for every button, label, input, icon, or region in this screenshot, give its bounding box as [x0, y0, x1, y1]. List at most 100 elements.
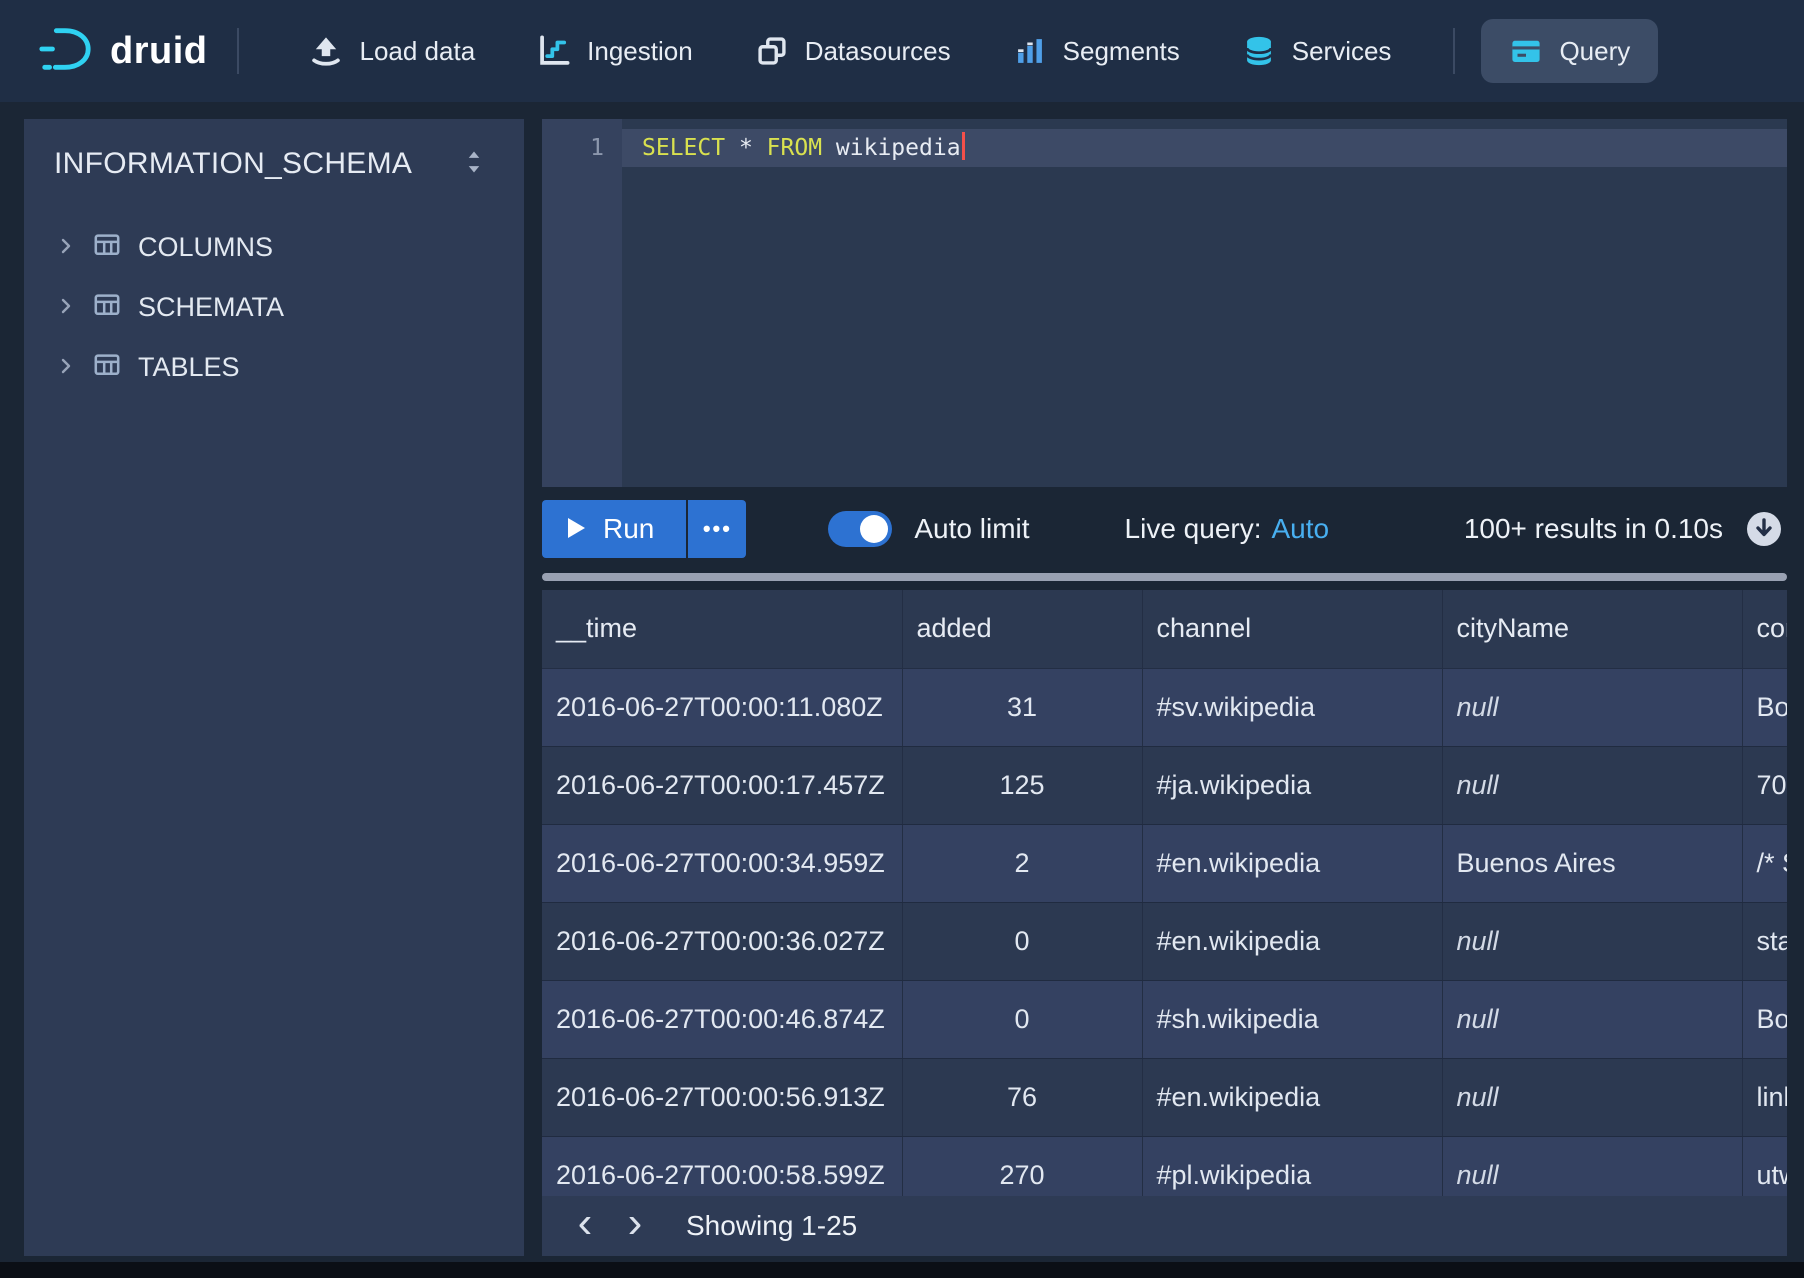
results-table-panel: __timeaddedchannelcityNamecom 2016-06-27…	[542, 590, 1787, 1256]
column-header-cityName[interactable]: cityName	[1442, 590, 1742, 668]
live-query-value-link[interactable]: Auto	[1272, 513, 1330, 545]
table-cell[interactable]: 0	[902, 980, 1142, 1058]
chevron-right-icon	[56, 232, 76, 263]
nav-item-label: Services	[1292, 36, 1392, 67]
table-cell[interactable]: #sv.wikipedia	[1142, 668, 1442, 746]
table-cell[interactable]: #ja.wikipedia	[1142, 746, 1442, 824]
table-cell[interactable]: #en.wikipedia	[1142, 902, 1442, 980]
run-button[interactable]: Run	[542, 500, 686, 558]
live-query-label: Live query:	[1125, 513, 1262, 545]
nav-item-label: Load data	[359, 36, 475, 67]
table-row: 2016-06-27T00:00:46.874Z0#sh.wikipedianu…	[542, 980, 1787, 1058]
table-cell[interactable]: #en.wikipedia	[1142, 824, 1442, 902]
chevron-right-icon	[56, 352, 76, 383]
tree-item-tables[interactable]: TABLES	[24, 337, 524, 397]
auto-limit-toggle[interactable]	[828, 511, 892, 547]
table-cell[interactable]: /* S	[1742, 824, 1787, 902]
table-cell[interactable]: 2016-06-27T00:00:34.959Z	[542, 824, 902, 902]
table-cell[interactable]: 2016-06-27T00:00:56.913Z	[542, 1058, 902, 1136]
run-more-options-button[interactable]: •••	[688, 500, 746, 558]
nav-items: Load data Ingestion Datasources	[309, 34, 1453, 68]
tree-item-schemata[interactable]: SCHEMATA	[24, 277, 524, 337]
table-row: 2016-06-27T00:00:17.457Z125#ja.wikipedia…	[542, 746, 1787, 824]
sql-keyword: FROM	[767, 135, 822, 161]
tree-item-label: SCHEMATA	[138, 292, 284, 323]
nav-item-ingestion[interactable]: Ingestion	[537, 34, 693, 68]
nav-item-datasources[interactable]: Datasources	[755, 34, 951, 68]
table-cell[interactable]: 31	[902, 668, 1142, 746]
table-cell[interactable]: Bo	[1742, 668, 1787, 746]
table-cell[interactable]: 2	[902, 824, 1142, 902]
run-button-label: Run	[603, 513, 654, 545]
table-cell[interactable]: sta	[1742, 902, 1787, 980]
table-cell[interactable]: null	[1442, 1058, 1742, 1136]
tree-item-label: TABLES	[138, 352, 240, 383]
segments-bars-icon	[1013, 34, 1047, 68]
nav-item-label: Ingestion	[587, 36, 693, 67]
auto-limit-label[interactable]: Auto limit	[914, 513, 1029, 545]
nav-item-label: Query	[1559, 36, 1630, 67]
sql-star: *	[739, 135, 753, 161]
table-grid-icon	[92, 290, 122, 325]
druid-home-link[interactable]: druid	[36, 21, 207, 82]
table-cell[interactable]: 2016-06-27T00:00:17.457Z	[542, 746, 902, 824]
table-cell[interactable]: null	[1442, 902, 1742, 980]
nav-item-load-data[interactable]: Load data	[309, 34, 475, 68]
editor-code-area: SELECT * FROM wikipedia	[622, 119, 1787, 487]
column-header-added[interactable]: added	[902, 590, 1142, 668]
horizontal-scrollbar[interactable]	[542, 573, 1787, 581]
table-row: 2016-06-27T00:00:36.027Z0#en.wikipedianu…	[542, 902, 1787, 980]
table-cell[interactable]: link	[1742, 1058, 1787, 1136]
nav-item-label: Segments	[1063, 36, 1180, 67]
next-page-button[interactable]: ›	[610, 1201, 660, 1251]
table-cell[interactable]: #sh.wikipedia	[1142, 980, 1442, 1058]
tree-item-label: COLUMNS	[138, 232, 273, 263]
tree-item-columns[interactable]: COLUMNS	[24, 217, 524, 277]
table-grid-icon	[92, 350, 122, 385]
table-cell[interactable]: 76	[902, 1058, 1142, 1136]
column-header-com[interactable]: com	[1742, 590, 1787, 668]
results-table: __timeaddedchannelcityNamecom 2016-06-27…	[542, 590, 1787, 1215]
schema-header: INFORMATION_SCHEMA	[24, 119, 524, 199]
nav-item-segments[interactable]: Segments	[1013, 34, 1180, 68]
results-info: 100+ results in 0.10s	[1464, 510, 1787, 548]
download-results-icon[interactable]	[1745, 510, 1783, 548]
table-cell[interactable]: 125	[902, 746, 1142, 824]
nav-item-services[interactable]: Services	[1242, 34, 1392, 68]
datasources-stack-icon	[755, 34, 789, 68]
column-header-__time[interactable]: __time	[542, 590, 902, 668]
upload-icon	[309, 34, 343, 68]
table-cell[interactable]: 0	[902, 902, 1142, 980]
table-cell[interactable]: Bo	[1742, 980, 1787, 1058]
table-header-row: __timeaddedchannelcityNamecom	[542, 590, 1787, 668]
schema-title: INFORMATION_SCHEMA	[54, 147, 412, 181]
table-cell[interactable]: 70:	[1742, 746, 1787, 824]
ellipsis-icon: •••	[703, 516, 732, 542]
topbar-divider	[1453, 28, 1455, 74]
column-header-channel[interactable]: channel	[1142, 590, 1442, 668]
sort-icon[interactable]	[462, 148, 486, 181]
table-cell[interactable]: #en.wikipedia	[1142, 1058, 1442, 1136]
editor-gutter: 1	[542, 119, 622, 487]
table-row: 2016-06-27T00:00:34.959Z2#en.wikipediaBu…	[542, 824, 1787, 902]
brand-name: druid	[110, 30, 207, 73]
table-cell[interactable]: null	[1442, 746, 1742, 824]
showing-range-label: Showing 1-25	[686, 1210, 857, 1242]
table-cell[interactable]: null	[1442, 980, 1742, 1058]
ingestion-chart-icon	[537, 34, 571, 68]
sql-keyword: SELECT	[642, 135, 725, 161]
table-cell[interactable]: 2016-06-27T00:00:46.874Z	[542, 980, 902, 1058]
line-number: 1	[542, 129, 604, 167]
sql-query-line: SELECT * FROM wikipedia	[622, 129, 1787, 167]
query-view: 1 SELECT * FROM wikipedia Run ••• Auto l…	[542, 119, 1787, 1256]
sql-editor[interactable]: 1 SELECT * FROM wikipedia	[542, 119, 1787, 487]
table-cell[interactable]: null	[1442, 668, 1742, 746]
play-icon	[568, 513, 585, 545]
table-cell[interactable]: 2016-06-27T00:00:36.027Z	[542, 902, 902, 980]
table-cell[interactable]: Buenos Aires	[1442, 824, 1742, 902]
nav-item-query[interactable]: Query	[1481, 19, 1658, 83]
table-grid-icon	[92, 230, 122, 265]
top-nav: druid Load data Ingestion	[0, 0, 1804, 102]
previous-page-button[interactable]: ‹	[560, 1201, 610, 1251]
table-cell[interactable]: 2016-06-27T00:00:11.080Z	[542, 668, 902, 746]
